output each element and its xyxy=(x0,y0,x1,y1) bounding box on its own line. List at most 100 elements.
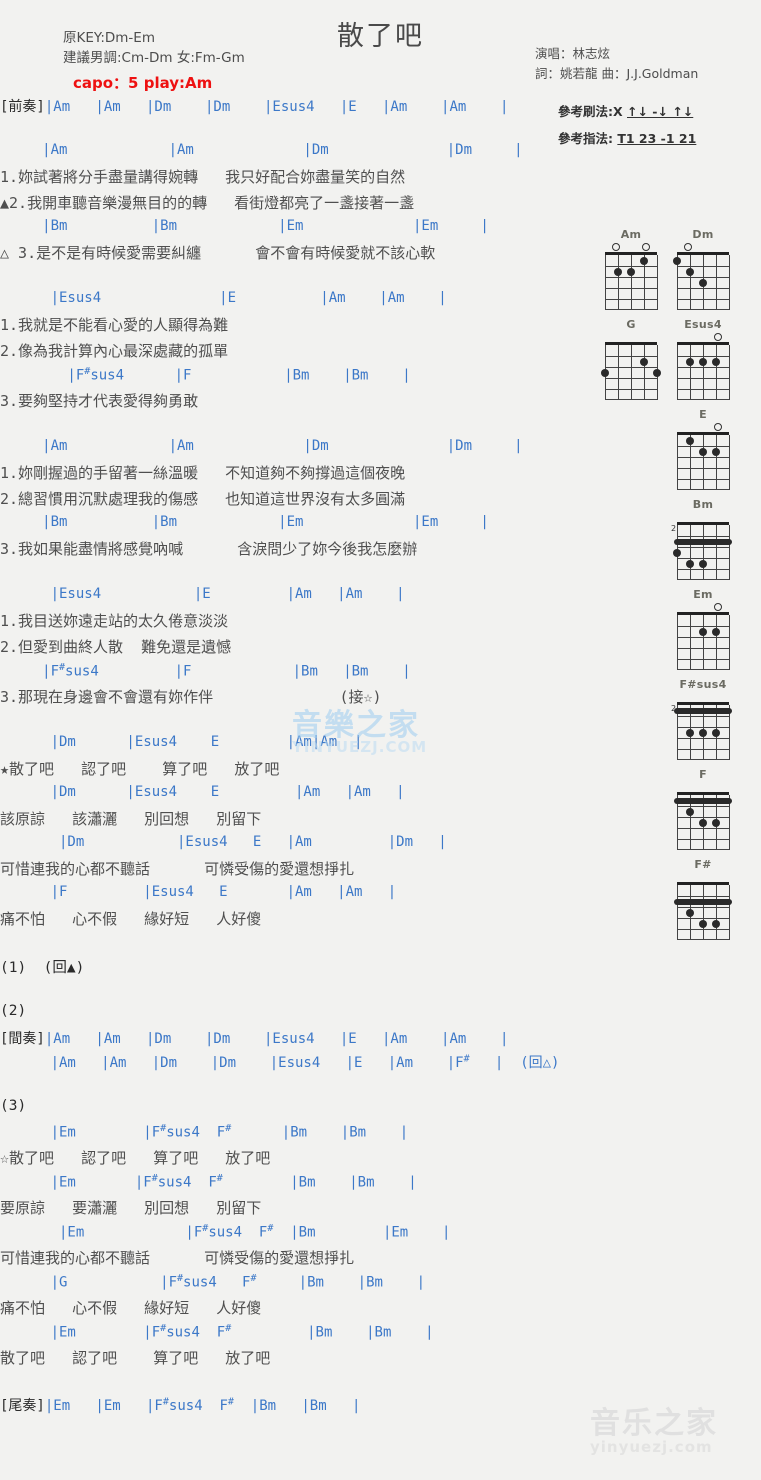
finger-dot xyxy=(601,368,609,377)
string-line xyxy=(690,255,691,310)
chord-line: |Am |Am |Dm |Dm |Esus4 |E |Am |F# | (回△) xyxy=(0,1053,560,1071)
fretboard xyxy=(677,342,730,400)
string-line xyxy=(716,615,717,670)
watermark-footer-text: 音乐之家 xyxy=(590,1406,718,1441)
lyric-line: 可惜連我的心都不聽話 可憐受傷的愛還想掙扎 xyxy=(0,860,355,878)
chord-diagram-fsharp: F# xyxy=(672,858,734,942)
watermark-footer: 音乐之家 yinyuezj.com xyxy=(590,1398,718,1456)
string-line xyxy=(677,435,678,490)
chord-diagram-g: G xyxy=(600,318,662,402)
finger-dot xyxy=(640,256,648,265)
string-line xyxy=(703,885,704,940)
chord-diagram-name: F#sus4 xyxy=(679,678,727,691)
fingerstyle-pattern: T1 23 -1 21 xyxy=(617,131,697,146)
chord-line: |Em |F#sus4 F# |Bm |Bm | xyxy=(0,1123,409,1141)
strum-pattern: ↑↓ -↓ ↑↓ xyxy=(627,104,694,119)
string-line xyxy=(703,345,704,400)
finger-dot xyxy=(699,357,707,366)
chord-line: |Bm |Bm |Em |Em | xyxy=(0,218,489,234)
watermark-footer-sub: yinyuezj.com xyxy=(590,1438,713,1456)
lyric-line: 該原諒 該瀟灑 別回想 別留下 xyxy=(0,810,262,828)
barre-bar xyxy=(674,898,732,905)
chord-line: [前奏]|Am |Am |Dm |Dm |Esus4 |E |Am |Am | xyxy=(0,99,509,115)
string-line xyxy=(729,255,730,310)
chord-line: |Dm |Esus4 E |Am |Am | xyxy=(0,784,405,800)
finger-dot xyxy=(686,357,694,366)
lyric-line: 3.我如果能盡情將感覺吶喊 含淚問少了妳今後我怎麼辦 xyxy=(0,540,418,558)
lyric-line: 1.我目送妳遠走站的太久倦意淡淡 xyxy=(0,612,229,630)
open-string-marker xyxy=(684,243,692,251)
finger-dot xyxy=(686,908,694,917)
finger-dot xyxy=(686,436,694,445)
chord-line: |Bm |Bm |Em |Em | xyxy=(0,514,489,530)
lyric-line: 3.要夠堅持才代表愛得夠勇敢 xyxy=(0,392,199,410)
lyric-line: 痛不怕 心不假 緣好短 人好傻 xyxy=(0,910,262,928)
chord-line: |G |F#sus4 F# |Bm |Bm | xyxy=(0,1273,426,1291)
barre-bar xyxy=(674,797,732,804)
string-line xyxy=(729,885,730,940)
string-line xyxy=(605,255,606,310)
finger-dot xyxy=(673,256,681,265)
string-line xyxy=(703,435,704,490)
string-line xyxy=(729,615,730,670)
chord-diagram-name: Am xyxy=(620,228,642,241)
finger-dot xyxy=(712,728,720,737)
string-line xyxy=(716,255,717,310)
finger-dot xyxy=(686,728,694,737)
string-line xyxy=(690,615,691,670)
open-string-marker xyxy=(714,333,722,341)
string-line xyxy=(631,255,632,310)
finger-dot xyxy=(712,357,720,366)
chord-diagram-f: F xyxy=(672,768,734,852)
chord-diagram-name: Em xyxy=(693,588,713,601)
finger-dot xyxy=(699,728,707,737)
chord-diagram-name: F xyxy=(699,768,707,781)
chord-diagram-name: F# xyxy=(694,858,712,871)
open-string-marker xyxy=(642,243,650,251)
suggested-key: 建議男調:Cm-Dm 女:Fm-Gm xyxy=(63,50,245,66)
fretboard xyxy=(673,252,730,310)
finger-dot xyxy=(699,818,707,827)
string-line xyxy=(618,255,619,310)
string-line xyxy=(690,525,691,580)
chord-diagram-name: Bm xyxy=(692,498,714,511)
finger-dot xyxy=(699,278,707,287)
string-line xyxy=(677,615,678,670)
chord-line: |Em |F#sus4 F# |Bm |Em | xyxy=(0,1223,451,1241)
lyric-line: 可惜連我的心都不聽話 可憐受傷的愛還想掙扎 xyxy=(0,1249,355,1267)
fretboard xyxy=(674,882,732,940)
chord-diagram-name: Esus4 xyxy=(684,318,722,331)
finger-dot xyxy=(699,919,707,928)
lyric-line: 2.像為我計算內心最深處藏的孤單 xyxy=(0,342,229,360)
finger-dot xyxy=(686,559,694,568)
finger-dot xyxy=(686,807,694,816)
original-key: 原KEY:Dm-Em xyxy=(63,30,155,46)
credits-block: 演唱：林志炫 詞：姚若龍 曲：J.J.Goldman xyxy=(535,44,698,84)
section-tag: [間奏] xyxy=(0,1031,45,1047)
fretboard xyxy=(601,342,661,400)
chord-line: [尾奏]|Em |Em |F#sus4 F# |Bm |Bm | xyxy=(0,1396,361,1414)
chord-diagram-name: E xyxy=(699,408,707,421)
chord-diagram-name: Dm xyxy=(692,228,714,241)
string-line xyxy=(716,435,717,490)
chord-line: |Dm |Esus4 E |Am |Dm | xyxy=(0,834,447,850)
chord-line: |Em |F#sus4 F# |Bm |Bm | xyxy=(0,1173,417,1191)
finger-dot xyxy=(699,559,707,568)
string-line xyxy=(690,345,691,400)
finger-dot xyxy=(673,548,681,557)
chord-diagram-name: G xyxy=(626,318,636,331)
string-line xyxy=(716,525,717,580)
chord-diagram-esus4: Esus4 xyxy=(672,318,734,402)
finger-dot xyxy=(712,447,720,456)
open-string-marker xyxy=(612,243,620,251)
lyric-line: 1.我就是不能看心愛的人顯得為難 xyxy=(0,316,229,334)
chord-diagram-fsharpsus4: F#sus4 2 xyxy=(671,678,734,762)
finger-dot xyxy=(712,818,720,827)
string-line xyxy=(677,345,678,400)
string-line xyxy=(644,345,645,400)
fretboard xyxy=(677,612,730,670)
section-tag: [前奏] xyxy=(0,99,45,115)
